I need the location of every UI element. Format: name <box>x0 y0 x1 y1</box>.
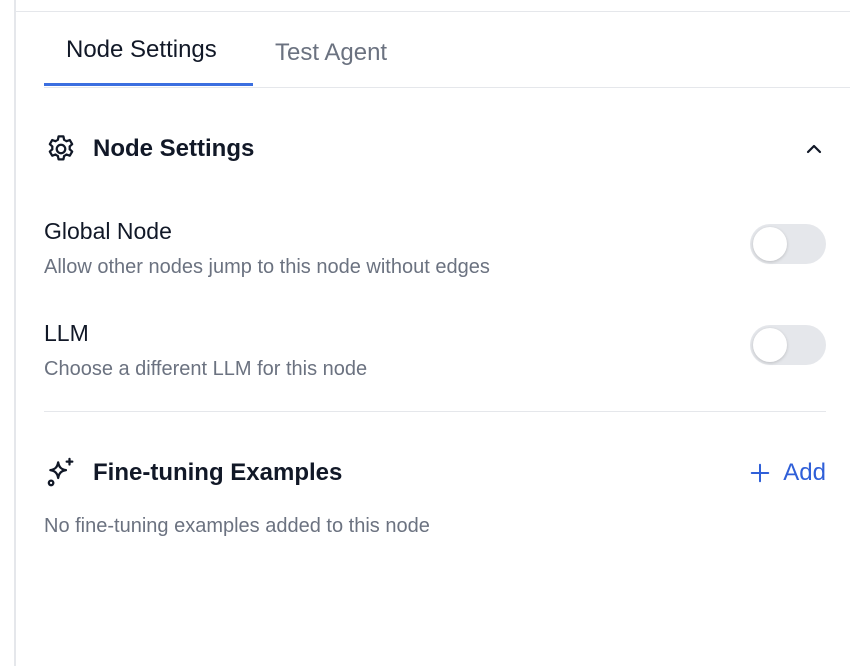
global-node-title: Global Node <box>44 218 172 244</box>
panel-left-border <box>14 0 16 666</box>
add-example-button[interactable]: Add <box>749 459 826 487</box>
toggle-knob <box>753 227 787 261</box>
llm-title: LLM <box>44 320 89 346</box>
toggle-knob <box>753 328 787 362</box>
chevron-up-icon[interactable] <box>802 137 826 161</box>
sparkles-icon <box>44 456 78 490</box>
global-node-description: Allow other nodes jump to this node with… <box>44 256 490 278</box>
section-divider <box>44 411 826 412</box>
fine-tuning-title: Fine-tuning Examples <box>93 459 343 486</box>
node-settings-title: Node Settings <box>93 135 255 162</box>
tab-bar: Node Settings Test Agent <box>44 12 850 88</box>
fine-tuning-empty-state: No fine-tuning examples added to this no… <box>44 515 430 537</box>
llm-setting: LLM Choose a different LLM for this node <box>44 319 826 381</box>
llm-description: Choose a different LLM for this node <box>44 358 368 380</box>
node-settings-header[interactable]: Node Settings <box>44 129 826 169</box>
global-node-setting: Global Node Allow other nodes jump to th… <box>44 217 826 279</box>
tab-test-agent[interactable]: Test Agent <box>275 39 387 67</box>
settings-panel: Node Settings Test Agent Node Settings G… <box>0 0 850 666</box>
add-example-label: Add <box>783 459 826 486</box>
global-node-toggle[interactable] <box>750 224 826 264</box>
fine-tuning-header: Fine-tuning Examples Add <box>44 453 826 493</box>
tab-bar-divider <box>44 87 850 88</box>
tab-node-settings[interactable]: Node Settings <box>66 36 217 64</box>
active-tab-indicator <box>44 83 253 86</box>
plus-icon <box>751 463 770 483</box>
gear-icon <box>44 132 78 166</box>
llm-toggle[interactable] <box>750 325 826 365</box>
